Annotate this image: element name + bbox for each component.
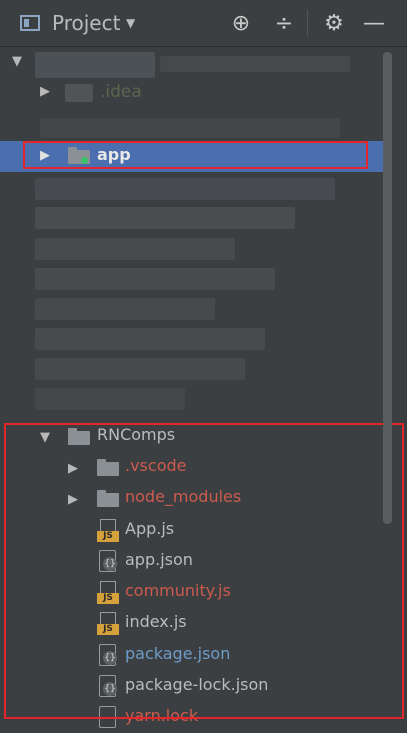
app-row-annotation-box	[23, 141, 368, 169]
collapse-all-icon[interactable]: ÷	[270, 0, 298, 46]
obscured-folder-icon	[65, 84, 93, 102]
obscured-row	[40, 118, 340, 138]
view-dropdown-chevron-down-icon[interactable]: ▼	[126, 0, 135, 46]
idea-collapse-arrow-icon[interactable]: ▶	[40, 84, 50, 99]
obscured-row	[35, 328, 265, 350]
obscured-row	[35, 388, 185, 410]
obscured-row	[35, 298, 215, 320]
rncomps-annotation-box	[4, 423, 404, 719]
obscured-root-label	[35, 52, 155, 78]
scrollbar-thumb[interactable]	[383, 52, 392, 524]
project-view-icon	[20, 0, 44, 46]
project-toolbar: Project ▼ ⊕ ÷ ⚙ —	[0, 0, 407, 47]
obscured-row	[35, 268, 275, 290]
toolbar-divider	[307, 10, 308, 36]
obscured-path	[160, 56, 350, 72]
root-expand-arrow-icon[interactable]: ▼	[12, 54, 22, 69]
obscured-row	[35, 207, 295, 229]
project-view-title[interactable]: Project	[52, 0, 120, 46]
obscured-row	[35, 178, 335, 200]
obscured-row	[35, 358, 245, 380]
locate-file-icon[interactable]: ⊕	[227, 0, 255, 46]
gear-icon[interactable]: ⚙	[320, 0, 348, 46]
obscured-row	[35, 238, 235, 260]
idea-folder-label[interactable]: .idea	[100, 82, 142, 102]
hide-panel-icon[interactable]: —	[360, 0, 388, 46]
